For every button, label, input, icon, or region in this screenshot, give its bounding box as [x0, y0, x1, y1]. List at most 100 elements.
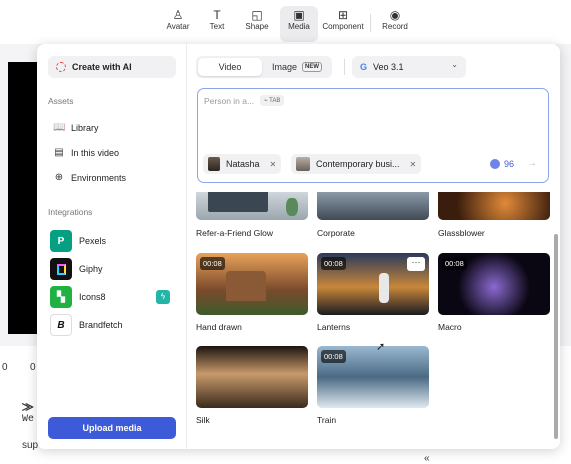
avatar-chip-label: Natasha [226, 159, 260, 169]
tabs-divider [344, 59, 345, 75]
toolbar-divider [370, 14, 371, 32]
giphy-logo-icon [50, 258, 72, 280]
integration-icons8-label: Icons8 [79, 292, 106, 302]
avatar-chip[interactable]: Natasha ✕ [203, 154, 282, 174]
prompt-input[interactable]: Person in a... ⌁ TAB Natasha ✕ Contempor… [197, 88, 549, 183]
integrations-heading: Integrations [48, 207, 93, 217]
video-thumbnail[interactable] [196, 346, 308, 408]
integration-giphy[interactable]: Giphy [50, 258, 103, 280]
toolbar-avatar-label: Avatar [166, 22, 190, 31]
nav-library[interactable]: 📖 Library [53, 122, 99, 134]
prompt-placeholder: Person in a... [204, 96, 255, 106]
tab-image-label: Image [271, 62, 297, 72]
canvas-preview [8, 62, 37, 334]
video-thumbnail[interactable] [317, 192, 429, 220]
media-type-tabs: Video Image NEW [196, 56, 332, 78]
toolbar-text-label: Text [209, 22, 225, 31]
close-icon[interactable]: ✕ [410, 160, 417, 169]
nav-environments[interactable]: ⊕ Environments [53, 172, 126, 184]
new-badge: NEW [302, 62, 322, 72]
create-with-ai-button[interactable]: Create with AI [48, 56, 176, 78]
record-icon: ◉ [389, 8, 401, 22]
script-text: We [22, 414, 35, 425]
book-icon: 📖 [53, 122, 66, 133]
toolbar-component-label: Component [322, 22, 364, 31]
video-thumbnail[interactable] [196, 192, 308, 220]
nav-environments-label: Environments [71, 173, 127, 183]
tab-video[interactable]: Video [198, 58, 262, 76]
media-icon: ▣ [293, 8, 305, 22]
close-icon[interactable]: ✕ [270, 160, 277, 169]
create-with-ai-label: Create with AI [72, 62, 132, 72]
video-caption: Silk [196, 415, 210, 425]
video-thumbnail[interactable]: 00:08 ··· [317, 253, 429, 315]
duration-badge: 00:08 [321, 257, 346, 270]
video-caption: Hand drawn [196, 322, 242, 332]
toolbar-shape[interactable]: ◱ Shape [244, 8, 270, 40]
toolbar-shape-label: Shape [245, 22, 269, 31]
shape-icon: ◱ [251, 8, 263, 22]
media-content: Video Image NEW G Veo 3.1 ⌄ Person in a.… [188, 44, 560, 449]
model-select[interactable]: G Veo 3.1 ⌄ [352, 56, 466, 78]
cursor-icon: ➚ [376, 341, 386, 353]
scrollbar[interactable] [554, 234, 558, 439]
globe-icon: ⊕ [54, 172, 64, 183]
integration-giphy-label: Giphy [79, 264, 103, 274]
monitor-shape [208, 192, 268, 212]
treehouse-shape [226, 271, 266, 301]
model-select-value: Veo 3.1 [373, 62, 404, 72]
toolbar-avatar[interactable]: ♙ Avatar [165, 8, 191, 40]
ai-sparkle-icon [56, 62, 66, 72]
upload-media-button[interactable]: Upload media [48, 417, 176, 439]
video-caption: Macro [438, 322, 462, 332]
timeline-number: 0 [2, 362, 8, 373]
integration-pexels-label: Pexels [79, 236, 107, 246]
video-thumbnail[interactable] [438, 192, 550, 220]
nav-library-label: Library [71, 123, 99, 133]
nav-in-this-video[interactable]: ▤ In this video [53, 147, 119, 159]
video-caption: Glassblower [438, 228, 485, 238]
icons8-logo-icon: ▚ [50, 286, 72, 308]
video-caption: Refer-a-Friend Glow [196, 228, 273, 238]
video-caption: Corporate [317, 228, 355, 238]
tab-hint-label: TAB [269, 98, 281, 104]
integration-pexels[interactable]: P Pexels [50, 230, 106, 252]
top-toolbar: ♙ Avatar T Text ◱ Shape ▣ Media ⊞ Compon… [0, 0, 571, 44]
duration-badge: 00:08 [200, 257, 225, 270]
avatar-thumbnail [208, 157, 220, 171]
script-text: sup [22, 440, 39, 451]
toolbar-media[interactable]: ▣ Media [280, 6, 318, 42]
collapse-icon[interactable]: « [424, 453, 430, 464]
chevron-down-icon: ⌄ [451, 60, 458, 69]
media-sidebar: Create with AI Assets 📖 Library ▤ In thi… [37, 44, 187, 449]
video-thumbnail[interactable]: 00:08 [317, 346, 429, 408]
integration-icons8[interactable]: ▚ Icons8 [50, 286, 106, 308]
google-logo-icon: G [360, 62, 368, 72]
integration-brandfetch[interactable]: B Brandfetch [50, 314, 123, 336]
brandfetch-logo-icon: B [50, 314, 72, 336]
tab-hint: ⌁ TAB [260, 95, 285, 106]
toolbar-text[interactable]: T Text [206, 8, 228, 40]
environment-chip-label: Contemporary busi... [316, 159, 400, 169]
plant-shape [286, 198, 298, 216]
more-options-icon[interactable]: ··· [407, 257, 425, 271]
environment-chip[interactable]: Contemporary busi... ✕ [291, 154, 422, 174]
film-icon: ▤ [54, 147, 64, 158]
tab-image[interactable]: Image NEW [264, 58, 330, 76]
environment-thumbnail [296, 157, 310, 171]
text-icon: T [213, 8, 221, 22]
figure-shape [379, 273, 389, 303]
integration-brandfetch-label: Brandfetch [79, 320, 123, 330]
video-caption: Lanterns [317, 322, 351, 332]
lightning-icon[interactable]: ϟ [156, 290, 170, 304]
video-thumbnail[interactable]: 00:08 [196, 253, 308, 315]
toolbar-record[interactable]: ◉ Record [381, 8, 409, 40]
send-arrow-icon[interactable]: → [524, 156, 540, 172]
component-icon: ⊞ [337, 8, 349, 22]
video-thumbnail[interactable]: 00:08 [438, 253, 550, 315]
tab-video-label: Video [218, 62, 242, 72]
timeline-number: 0 [30, 362, 36, 373]
toolbar-component[interactable]: ⊞ Component [321, 8, 365, 40]
video-caption: Train [317, 415, 337, 425]
assets-heading: Assets [48, 96, 74, 106]
